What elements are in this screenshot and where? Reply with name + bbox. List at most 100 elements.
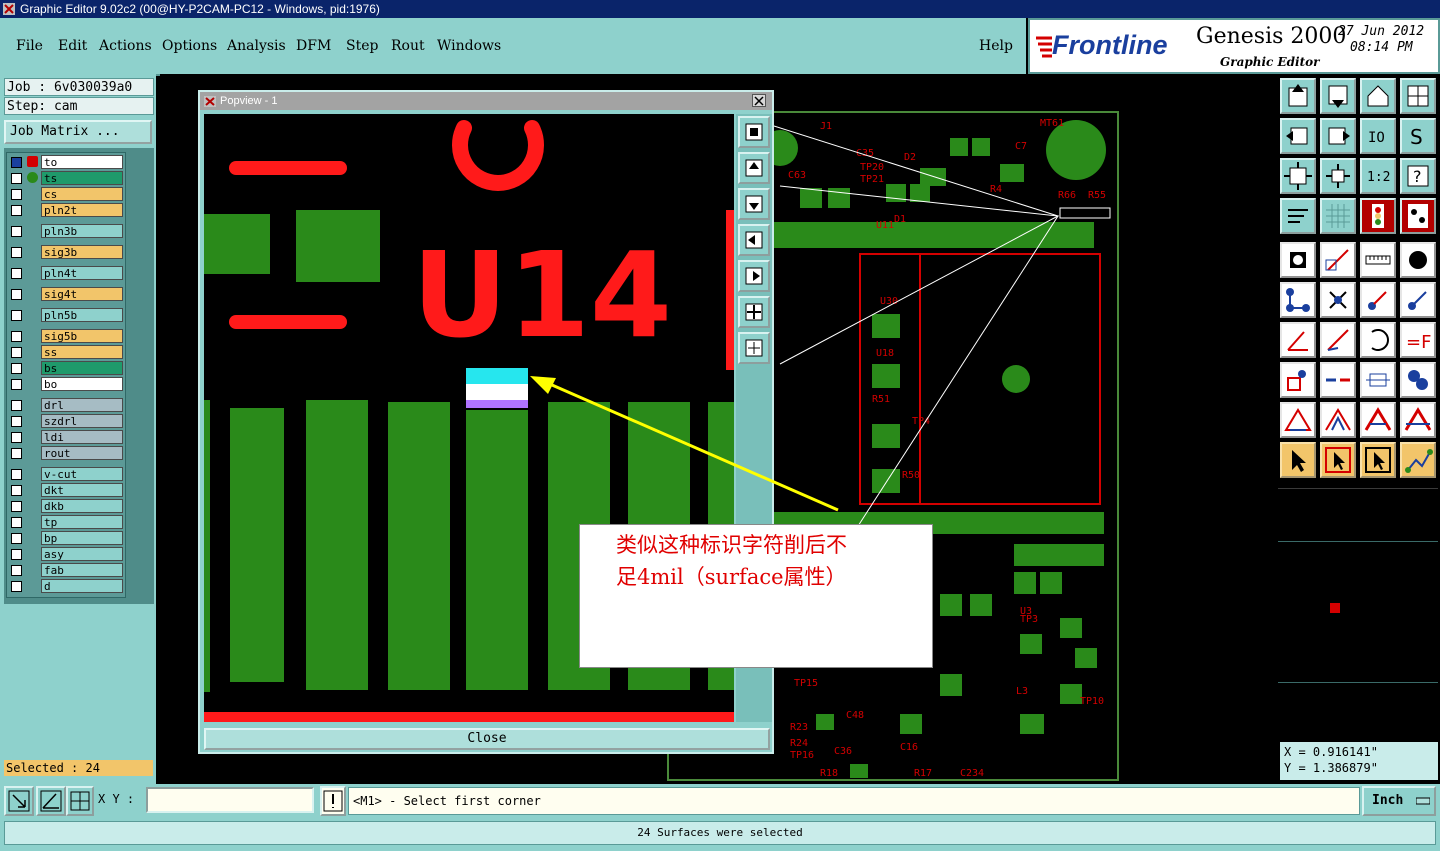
layer-row[interactable]: bo [7, 377, 125, 392]
tool-connect-button[interactable] [1400, 198, 1436, 234]
tool-angle-button[interactable] [1280, 322, 1316, 358]
popview-pan-right-button[interactable] [738, 260, 770, 292]
layer-checkbox[interactable] [11, 517, 22, 528]
tool-surface-button[interactable] [1400, 242, 1436, 278]
tool-scale-1-2-button[interactable]: 1:2 [1360, 158, 1396, 194]
tool-select-net-button[interactable] [1400, 442, 1436, 478]
tool-move-button[interactable] [1360, 282, 1396, 318]
layer-row[interactable]: ldi [7, 430, 125, 445]
xy-input[interactable] [146, 787, 314, 813]
tool-zoom-in-button[interactable] [1320, 158, 1356, 194]
tool-triangle-button[interactable] [1280, 402, 1316, 438]
layer-checkbox[interactable] [11, 331, 22, 342]
layer-checkbox[interactable] [11, 485, 22, 496]
menu-windows[interactable]: Windows [437, 38, 501, 54]
layer-row[interactable]: bp [7, 531, 125, 546]
menu-analysis[interactable]: Analysis [227, 38, 286, 54]
layer-row[interactable]: drl [7, 398, 125, 413]
tool-mirror-button[interactable]: S [1400, 118, 1436, 154]
tool-triangle-alt-button[interactable] [1320, 402, 1356, 438]
popview-zoom-in-button[interactable] [738, 296, 770, 328]
cmd-grid-button[interactable] [66, 786, 94, 816]
tool-text-button[interactable]: =F [1400, 322, 1436, 358]
layer-row[interactable]: sig3b [7, 245, 125, 260]
layer-checkbox[interactable] [11, 247, 22, 258]
tool-pad-button[interactable] [1280, 242, 1316, 278]
layer-checkbox[interactable] [11, 310, 22, 321]
layer-row[interactable]: tp [7, 515, 125, 530]
layer-row[interactable]: d [7, 579, 125, 594]
layer-checkbox[interactable] [11, 469, 22, 480]
tool-arc-button[interactable] [1360, 322, 1396, 358]
layer-row[interactable]: cs [7, 187, 125, 202]
popview-zoom-fit-button[interactable] [738, 116, 770, 148]
menu-rout[interactable]: Rout [391, 38, 425, 54]
popview-close-x-button[interactable] [752, 94, 766, 107]
layer-row[interactable]: fab [7, 563, 125, 578]
layer-checkbox[interactable] [11, 581, 22, 592]
layer-row[interactable]: szdrl [7, 414, 125, 429]
menu-options[interactable]: Options [162, 38, 217, 54]
layer-checkbox[interactable] [11, 432, 22, 443]
popview-close-button[interactable]: Close [204, 728, 770, 750]
tool-frame-down-button[interactable] [1320, 78, 1356, 114]
tool-pan-right-button[interactable] [1320, 118, 1356, 154]
layer-row[interactable]: bs [7, 361, 125, 376]
layer-row[interactable]: dkb [7, 499, 125, 514]
popview-zoom-out-button[interactable] [738, 332, 770, 364]
tool-home-button[interactable] [1280, 78, 1316, 114]
layer-row[interactable]: ss [7, 345, 125, 360]
layer-row[interactable]: pln5b [7, 308, 125, 323]
tool-circle-select-button[interactable] [1280, 362, 1316, 398]
unit-selector[interactable]: Inch [1362, 786, 1436, 816]
layer-row[interactable]: to [7, 155, 125, 170]
layer-checkbox[interactable] [11, 268, 22, 279]
job-matrix-button[interactable]: Job Matrix ... [4, 120, 152, 144]
menu-actions[interactable]: Actions [99, 38, 152, 54]
tool-trim-button[interactable] [1320, 362, 1356, 398]
tool-ruler-button[interactable] [1360, 242, 1396, 278]
tool-rotate-button[interactable]: IO [1360, 118, 1396, 154]
tool-palette-button[interactable] [1280, 198, 1316, 234]
layer-checkbox[interactable] [11, 448, 22, 459]
layer-checkbox[interactable] [11, 173, 22, 184]
layer-checkbox[interactable] [11, 157, 22, 168]
layer-row[interactable]: dkt [7, 483, 125, 498]
layer-row[interactable]: pln4t [7, 266, 125, 281]
layer-checkbox[interactable] [11, 549, 22, 560]
tool-select-poly-button[interactable] [1360, 442, 1396, 478]
tool-group-button[interactable] [1400, 362, 1436, 398]
menu-edit[interactable]: Edit [58, 38, 87, 54]
tool-grid-button[interactable] [1320, 198, 1356, 234]
tool-measure-button[interactable] [1360, 362, 1396, 398]
tool-nodes-button[interactable] [1280, 282, 1316, 318]
layer-checkbox[interactable] [11, 565, 22, 576]
tool-pan-left-button[interactable] [1280, 118, 1316, 154]
layer-checkbox[interactable] [11, 379, 22, 390]
layer-checkbox[interactable] [11, 400, 22, 411]
overview-map[interactable] [1278, 488, 1438, 781]
cmd-angle-button[interactable] [36, 786, 66, 816]
cmd-exclaim-button[interactable] [320, 786, 346, 816]
menu-help[interactable]: Help [979, 38, 1013, 54]
menu-dfm[interactable]: DFM [296, 38, 331, 54]
popview-pan-left-button[interactable] [738, 224, 770, 256]
layer-checkbox[interactable] [11, 189, 22, 200]
layer-row[interactable]: sig5b [7, 329, 125, 344]
popview-pan-up-button[interactable] [738, 152, 770, 184]
layer-checkbox[interactable] [11, 289, 22, 300]
tool-line-button[interactable] [1320, 242, 1356, 278]
layer-checkbox[interactable] [11, 226, 22, 237]
tool-delete-button[interactable] [1320, 282, 1356, 318]
layer-row[interactable]: pln3b [7, 224, 125, 239]
layer-row[interactable]: ts [7, 171, 125, 186]
tool-select-button[interactable] [1280, 442, 1316, 478]
layer-row[interactable]: v-cut [7, 467, 125, 482]
layer-row[interactable]: sig4t [7, 287, 125, 302]
menu-file[interactable]: File [16, 38, 43, 54]
tool-copy-button[interactable] [1400, 282, 1436, 318]
tool-select-box-button[interactable] [1320, 442, 1356, 478]
tool-snap-button[interactable] [1360, 198, 1396, 234]
layer-row[interactable]: asy [7, 547, 125, 562]
layer-checkbox[interactable] [11, 533, 22, 544]
